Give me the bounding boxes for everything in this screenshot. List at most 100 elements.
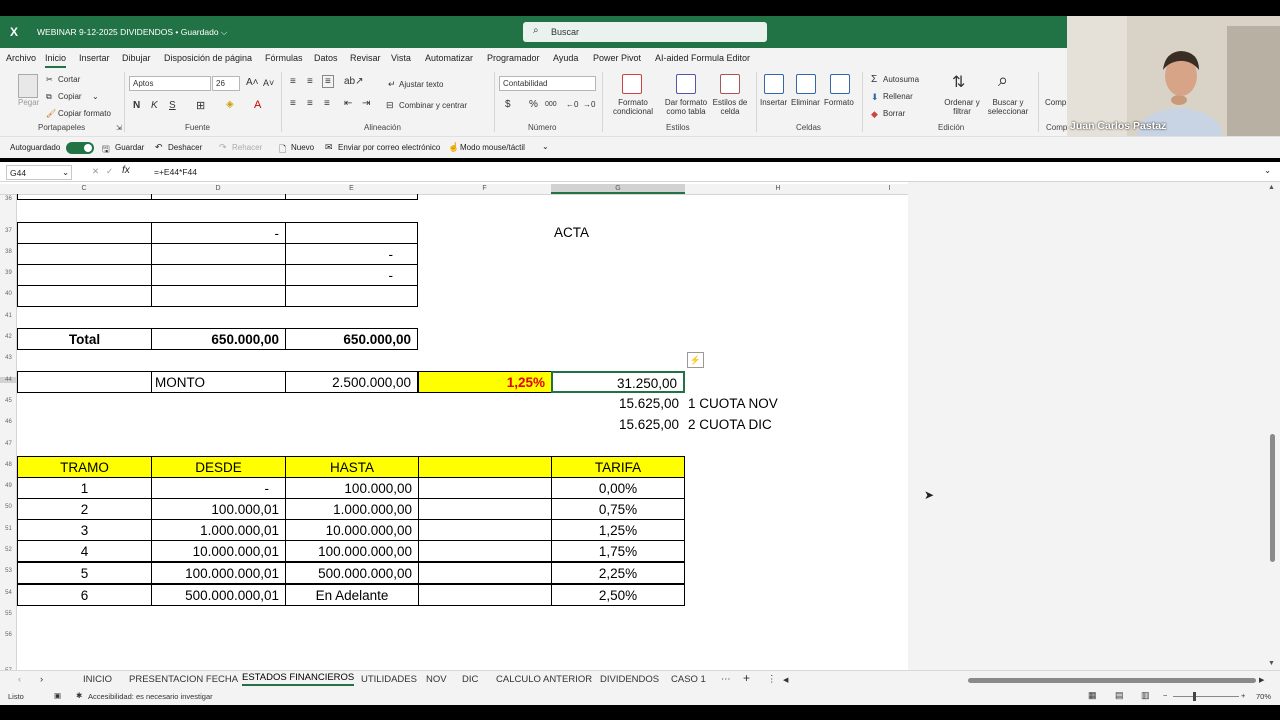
menu-archivo[interactable]: Archivo — [6, 53, 36, 63]
expand-formula-icon[interactable]: ⌄ — [1264, 165, 1271, 176]
menu-formulas[interactable]: Fórmulas — [265, 53, 303, 63]
hscroll-right-icon[interactable]: ▶ — [1259, 676, 1264, 684]
format-cells-icon[interactable] — [830, 74, 850, 94]
table-cell[interactable]: 1.000.000,00 — [285, 498, 419, 520]
cell-e40[interactable] — [285, 285, 418, 307]
redo-button[interactable]: Rehacer — [232, 143, 262, 152]
table-cell[interactable] — [418, 562, 552, 584]
cell-c38[interactable] — [17, 243, 152, 265]
row-52[interactable]: 52 — [0, 547, 17, 553]
row-46[interactable]: 46 — [0, 419, 17, 425]
row-50[interactable]: 50 — [0, 504, 17, 510]
table-header-tarifa[interactable]: TARIFA — [551, 456, 685, 478]
col-g[interactable]: G — [551, 184, 685, 194]
table-cell[interactable]: 1 — [17, 477, 152, 499]
row-49[interactable]: 49 — [0, 483, 17, 489]
row-44[interactable]: 44 — [0, 377, 17, 383]
cell-c37[interactable] — [17, 222, 152, 244]
add-sheet-icon[interactable]: + — [743, 671, 750, 685]
insert-cells-icon[interactable] — [764, 74, 784, 94]
align-center-icon[interactable]: ≡ — [307, 98, 313, 109]
cell-rate[interactable]: 1,25% — [418, 371, 552, 393]
table-header-blank[interactable] — [418, 456, 552, 478]
tab-next-icon[interactable]: › — [40, 674, 43, 685]
col-i[interactable]: I — [871, 185, 908, 192]
table-cell[interactable]: 0,00% — [551, 477, 685, 499]
chevron-down-icon[interactable]: ⌄ — [92, 92, 99, 101]
cell-monto-value[interactable]: 2.500.000,00 — [285, 371, 418, 393]
align-bottom-icon[interactable]: ≡ — [322, 75, 334, 88]
cell-e39[interactable]: - — [285, 264, 418, 286]
insert-cells-button[interactable]: Insertar — [760, 98, 787, 107]
table-header-desde[interactable]: DESDE — [151, 456, 286, 478]
sort-filter-icon[interactable]: ⇅ — [952, 72, 965, 92]
delete-cells-button[interactable]: Eliminar — [791, 98, 820, 107]
decrease-decimal-icon[interactable]: →0 — [583, 100, 595, 109]
table-cell[interactable]: 6 — [17, 584, 152, 606]
email-button[interactable]: Enviar por correo electrónico — [338, 143, 440, 152]
enter-icon[interactable]: ✓ — [106, 166, 113, 177]
row-38[interactable]: 38 — [0, 249, 17, 255]
increase-indent-icon[interactable]: ⇥ — [362, 98, 370, 109]
tab-estados-financieros[interactable]: ESTADOS FINANCIEROS — [242, 672, 355, 686]
cell-d37[interactable]: - — [151, 222, 286, 244]
table-cell[interactable]: 4 — [17, 540, 152, 562]
tab-inicio[interactable]: INICIO — [83, 674, 112, 685]
align-right-icon[interactable]: ≡ — [324, 98, 330, 109]
page-layout-icon[interactable]: ▤ — [1115, 690, 1124, 701]
cell-e37[interactable] — [285, 222, 418, 244]
table-cell[interactable] — [418, 584, 552, 606]
currency-button[interactable]: $ — [505, 99, 511, 110]
cell-e38[interactable]: - — [285, 243, 418, 265]
borders-icon[interactable]: ⊞ — [196, 99, 205, 112]
save-button[interactable]: Guardar — [115, 143, 144, 152]
cell-styles-button[interactable]: Estilos de celda — [712, 98, 748, 116]
font-size-select[interactable]: 26 — [212, 76, 240, 91]
hscroll-left-icon[interactable]: ◀ — [783, 676, 788, 684]
zoom-slider[interactable] — [1173, 696, 1239, 697]
menu-ai-formula[interactable]: AI-aided Formula Editor — [655, 53, 750, 63]
cell-d39[interactable] — [151, 264, 286, 286]
cell-cuota2-value[interactable]: 15.625,00 — [551, 414, 685, 436]
cell-styles-icon[interactable] — [720, 74, 740, 94]
table-cell[interactable]: 5 — [17, 562, 152, 584]
tab-caso-1[interactable]: CASO 1 — [671, 674, 706, 685]
table-cell[interactable]: 10.000.000,00 — [285, 519, 419, 541]
grow-font-icon[interactable]: A˄ — [246, 77, 259, 88]
comp-button[interactable]: Comp — [1045, 98, 1066, 107]
table-cell[interactable]: 100.000.000,00 — [285, 540, 419, 562]
cell-cuota1-value[interactable]: 15.625,00 — [551, 393, 685, 415]
table-cell[interactable]: 100.000.000,01 — [151, 562, 286, 584]
align-middle-icon[interactable]: ≡ — [307, 76, 313, 87]
shrink-font-icon[interactable]: A˅ — [263, 78, 274, 88]
table-header-tramo[interactable]: TRAMO — [17, 456, 152, 478]
undo-button[interactable]: Deshacer — [168, 143, 202, 152]
table-cell[interactable]: 10.000.000,01 — [151, 540, 286, 562]
menu-inicio[interactable]: Inicio — [45, 53, 67, 68]
table-cell[interactable]: - — [151, 477, 286, 499]
underline-button[interactable]: S — [169, 100, 176, 111]
format-table-button[interactable]: Dar formato como tabla — [662, 98, 710, 116]
cell-total-label[interactable]: Total — [17, 328, 152, 350]
table-cell[interactable]: 100.000,01 — [151, 498, 286, 520]
fill-color-icon[interactable]: ◈ — [226, 99, 234, 110]
decrease-indent-icon[interactable]: ⇤ — [344, 98, 352, 109]
format-table-icon[interactable] — [676, 74, 696, 94]
tab-prev-icon[interactable]: ‹ — [18, 674, 21, 685]
customize-qat-icon[interactable]: ⌄ — [542, 142, 549, 151]
conditional-format-icon[interactable] — [622, 74, 642, 94]
col-h[interactable]: H — [685, 185, 871, 192]
table-cell[interactable] — [418, 540, 552, 562]
cell-c44[interactable] — [17, 371, 152, 393]
table-cell[interactable]: 1,75% — [551, 540, 685, 562]
menu-disposicion[interactable]: Disposición de página — [164, 53, 252, 63]
menu-insertar[interactable]: Insertar — [79, 53, 110, 63]
insert-function-icon[interactable]: fx — [122, 165, 130, 176]
table-cell[interactable]: 2,25% — [551, 562, 685, 584]
cell-c40[interactable] — [17, 285, 152, 307]
worksheet-grid[interactable]: C D E F G H I 36 37 38 39 40 41 42 43 44… — [0, 182, 908, 670]
cell-result-selected[interactable]: 31.250,00 — [551, 371, 685, 393]
col-d[interactable]: D — [151, 185, 285, 192]
fill-button[interactable]: Rellenar — [883, 92, 913, 101]
row-54[interactable]: 54 — [0, 590, 17, 596]
